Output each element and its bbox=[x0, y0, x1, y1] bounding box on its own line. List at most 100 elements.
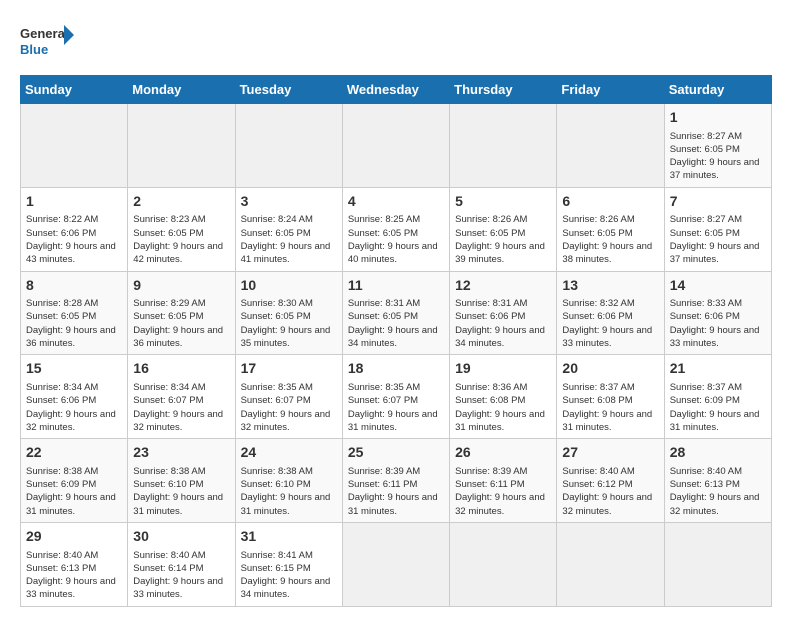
calendar-cell: 3 Sunrise: 8:24 AM Sunset: 6:05 PM Dayli… bbox=[235, 187, 342, 271]
day-number: 29 bbox=[26, 527, 122, 547]
day-number: 27 bbox=[562, 443, 658, 463]
calendar-cell: 25 Sunrise: 8:39 AM Sunset: 6:11 PM Dayl… bbox=[342, 439, 449, 523]
calendar-header-row: SundayMondayTuesdayWednesdayThursdayFrid… bbox=[21, 76, 772, 104]
day-info: Sunrise: 8:28 AM Sunset: 6:05 PM Dayligh… bbox=[26, 297, 122, 350]
day-number: 17 bbox=[241, 359, 337, 379]
calendar-cell bbox=[450, 522, 557, 606]
day-info: Sunrise: 8:27 AM Sunset: 6:05 PM Dayligh… bbox=[670, 213, 766, 266]
day-number: 16 bbox=[133, 359, 229, 379]
day-number: 9 bbox=[133, 276, 229, 296]
day-number: 22 bbox=[26, 443, 122, 463]
calendar-cell: 27 Sunrise: 8:40 AM Sunset: 6:12 PM Dayl… bbox=[557, 439, 664, 523]
day-info: Sunrise: 8:35 AM Sunset: 6:07 PM Dayligh… bbox=[241, 381, 337, 434]
calendar-row: 1 Sunrise: 8:22 AM Sunset: 6:06 PM Dayli… bbox=[21, 187, 772, 271]
calendar-cell: 1 Sunrise: 8:27 AM Sunset: 6:05 PM Dayli… bbox=[664, 104, 771, 188]
calendar-cell: 6 Sunrise: 8:26 AM Sunset: 6:05 PM Dayli… bbox=[557, 187, 664, 271]
calendar-cell: 12 Sunrise: 8:31 AM Sunset: 6:06 PM Dayl… bbox=[450, 271, 557, 355]
calendar-cell: 26 Sunrise: 8:39 AM Sunset: 6:11 PM Dayl… bbox=[450, 439, 557, 523]
day-info: Sunrise: 8:37 AM Sunset: 6:09 PM Dayligh… bbox=[670, 381, 766, 434]
day-number: 21 bbox=[670, 359, 766, 379]
calendar-row: 15 Sunrise: 8:34 AM Sunset: 6:06 PM Dayl… bbox=[21, 355, 772, 439]
day-info: Sunrise: 8:40 AM Sunset: 6:14 PM Dayligh… bbox=[133, 549, 229, 602]
day-number: 4 bbox=[348, 192, 444, 212]
day-number: 3 bbox=[241, 192, 337, 212]
calendar-cell: 19 Sunrise: 8:36 AM Sunset: 6:08 PM Dayl… bbox=[450, 355, 557, 439]
calendar-cell bbox=[21, 104, 128, 188]
day-info: Sunrise: 8:38 AM Sunset: 6:10 PM Dayligh… bbox=[241, 465, 337, 518]
day-info: Sunrise: 8:26 AM Sunset: 6:05 PM Dayligh… bbox=[455, 213, 551, 266]
day-info: Sunrise: 8:24 AM Sunset: 6:05 PM Dayligh… bbox=[241, 213, 337, 266]
calendar-cell: 4 Sunrise: 8:25 AM Sunset: 6:05 PM Dayli… bbox=[342, 187, 449, 271]
day-number: 2 bbox=[133, 192, 229, 212]
day-info: Sunrise: 8:29 AM Sunset: 6:05 PM Dayligh… bbox=[133, 297, 229, 350]
day-info: Sunrise: 8:34 AM Sunset: 6:07 PM Dayligh… bbox=[133, 381, 229, 434]
calendar-cell: 2 Sunrise: 8:23 AM Sunset: 6:05 PM Dayli… bbox=[128, 187, 235, 271]
day-info: Sunrise: 8:23 AM Sunset: 6:05 PM Dayligh… bbox=[133, 213, 229, 266]
day-info: Sunrise: 8:38 AM Sunset: 6:10 PM Dayligh… bbox=[133, 465, 229, 518]
calendar-cell: 24 Sunrise: 8:38 AM Sunset: 6:10 PM Dayl… bbox=[235, 439, 342, 523]
day-info: Sunrise: 8:35 AM Sunset: 6:07 PM Dayligh… bbox=[348, 381, 444, 434]
day-info: Sunrise: 8:41 AM Sunset: 6:15 PM Dayligh… bbox=[241, 549, 337, 602]
logo-svg: General Blue bbox=[20, 20, 80, 65]
header: General Blue bbox=[20, 20, 772, 65]
day-header-tuesday: Tuesday bbox=[235, 76, 342, 104]
day-number: 13 bbox=[562, 276, 658, 296]
day-info: Sunrise: 8:33 AM Sunset: 6:06 PM Dayligh… bbox=[670, 297, 766, 350]
day-info: Sunrise: 8:39 AM Sunset: 6:11 PM Dayligh… bbox=[455, 465, 551, 518]
day-header-monday: Monday bbox=[128, 76, 235, 104]
calendar-cell bbox=[235, 104, 342, 188]
day-info: Sunrise: 8:25 AM Sunset: 6:05 PM Dayligh… bbox=[348, 213, 444, 266]
day-header-saturday: Saturday bbox=[664, 76, 771, 104]
day-header-sunday: Sunday bbox=[21, 76, 128, 104]
calendar-cell: 15 Sunrise: 8:34 AM Sunset: 6:06 PM Dayl… bbox=[21, 355, 128, 439]
day-number: 28 bbox=[670, 443, 766, 463]
day-number: 25 bbox=[348, 443, 444, 463]
calendar-cell bbox=[450, 104, 557, 188]
day-number: 12 bbox=[455, 276, 551, 296]
day-header-friday: Friday bbox=[557, 76, 664, 104]
day-number: 14 bbox=[670, 276, 766, 296]
calendar-cell: 13 Sunrise: 8:32 AM Sunset: 6:06 PM Dayl… bbox=[557, 271, 664, 355]
day-header-thursday: Thursday bbox=[450, 76, 557, 104]
calendar-cell: 14 Sunrise: 8:33 AM Sunset: 6:06 PM Dayl… bbox=[664, 271, 771, 355]
calendar-row: 22 Sunrise: 8:38 AM Sunset: 6:09 PM Dayl… bbox=[21, 439, 772, 523]
calendar-row: 8 Sunrise: 8:28 AM Sunset: 6:05 PM Dayli… bbox=[21, 271, 772, 355]
day-number: 1 bbox=[26, 192, 122, 212]
calendar-cell bbox=[557, 522, 664, 606]
calendar-cell: 8 Sunrise: 8:28 AM Sunset: 6:05 PM Dayli… bbox=[21, 271, 128, 355]
day-info: Sunrise: 8:34 AM Sunset: 6:06 PM Dayligh… bbox=[26, 381, 122, 434]
calendar-cell: 18 Sunrise: 8:35 AM Sunset: 6:07 PM Dayl… bbox=[342, 355, 449, 439]
calendar-cell: 1 Sunrise: 8:22 AM Sunset: 6:06 PM Dayli… bbox=[21, 187, 128, 271]
day-info: Sunrise: 8:31 AM Sunset: 6:06 PM Dayligh… bbox=[455, 297, 551, 350]
calendar-cell: 17 Sunrise: 8:35 AM Sunset: 6:07 PM Dayl… bbox=[235, 355, 342, 439]
calendar-cell: 10 Sunrise: 8:30 AM Sunset: 6:05 PM Dayl… bbox=[235, 271, 342, 355]
day-info: Sunrise: 8:31 AM Sunset: 6:05 PM Dayligh… bbox=[348, 297, 444, 350]
day-number: 15 bbox=[26, 359, 122, 379]
calendar-cell: 21 Sunrise: 8:37 AM Sunset: 6:09 PM Dayl… bbox=[664, 355, 771, 439]
day-number: 26 bbox=[455, 443, 551, 463]
day-number: 8 bbox=[26, 276, 122, 296]
calendar-cell: 30 Sunrise: 8:40 AM Sunset: 6:14 PM Dayl… bbox=[128, 522, 235, 606]
calendar-cell: 23 Sunrise: 8:38 AM Sunset: 6:10 PM Dayl… bbox=[128, 439, 235, 523]
day-number: 20 bbox=[562, 359, 658, 379]
day-info: Sunrise: 8:39 AM Sunset: 6:11 PM Dayligh… bbox=[348, 465, 444, 518]
calendar-row: 1 Sunrise: 8:27 AM Sunset: 6:05 PM Dayli… bbox=[21, 104, 772, 188]
day-number: 24 bbox=[241, 443, 337, 463]
day-number: 23 bbox=[133, 443, 229, 463]
logo: General Blue bbox=[20, 20, 80, 65]
calendar-cell: 7 Sunrise: 8:27 AM Sunset: 6:05 PM Dayli… bbox=[664, 187, 771, 271]
day-number: 30 bbox=[133, 527, 229, 547]
day-info: Sunrise: 8:40 AM Sunset: 6:13 PM Dayligh… bbox=[26, 549, 122, 602]
calendar-cell: 16 Sunrise: 8:34 AM Sunset: 6:07 PM Dayl… bbox=[128, 355, 235, 439]
day-number: 5 bbox=[455, 192, 551, 212]
calendar-cell bbox=[342, 522, 449, 606]
day-info: Sunrise: 8:30 AM Sunset: 6:05 PM Dayligh… bbox=[241, 297, 337, 350]
calendar-table: SundayMondayTuesdayWednesdayThursdayFrid… bbox=[20, 75, 772, 607]
calendar-body: 1 Sunrise: 8:27 AM Sunset: 6:05 PM Dayli… bbox=[21, 104, 772, 607]
day-header-wednesday: Wednesday bbox=[342, 76, 449, 104]
day-number: 1 bbox=[670, 108, 766, 128]
calendar-cell: 22 Sunrise: 8:38 AM Sunset: 6:09 PM Dayl… bbox=[21, 439, 128, 523]
calendar-cell bbox=[664, 522, 771, 606]
svg-text:Blue: Blue bbox=[20, 42, 48, 57]
calendar-cell bbox=[342, 104, 449, 188]
